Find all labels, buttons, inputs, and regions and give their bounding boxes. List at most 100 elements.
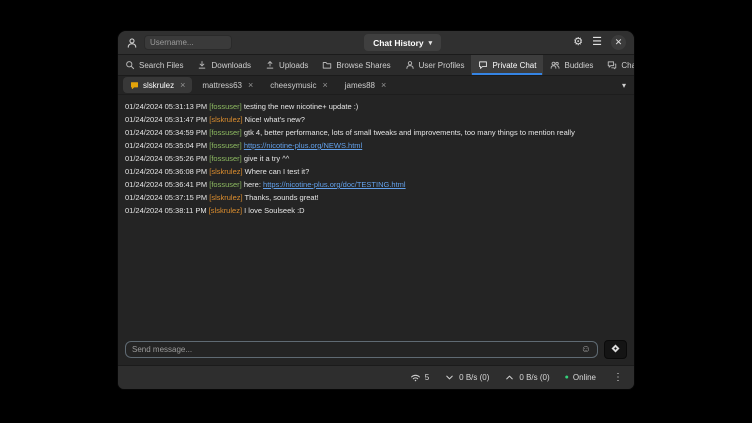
status-bar: 5 0 B/s (0) 0 B/s (0) ● Online ⋮ bbox=[118, 365, 634, 389]
tab-label: Buddies bbox=[564, 61, 593, 70]
chat-message: 01/24/2024 05:37:15 PM [slskrulez] Thank… bbox=[125, 191, 627, 204]
tab-buddies[interactable]: Buddies bbox=[543, 55, 600, 75]
tab-chat-rooms[interactable]: Chat Rooms bbox=[600, 55, 635, 75]
tab-user-profiles[interactable]: User Profiles bbox=[398, 55, 472, 75]
chat-tab-james88[interactable]: james88 × bbox=[338, 77, 394, 93]
chat-tab-cheesymusic[interactable]: cheesymusic × bbox=[263, 77, 335, 93]
tab-search-files[interactable]: Search Files bbox=[118, 55, 190, 75]
tab-label: Downloads bbox=[211, 61, 251, 70]
chat-tab-mattress63[interactable]: mattress63 × bbox=[195, 77, 260, 93]
tab-browse-shares[interactable]: Browse Shares bbox=[315, 55, 397, 75]
window-close-button[interactable]: ✕ bbox=[611, 35, 626, 50]
tab-label: Chat Rooms bbox=[621, 61, 635, 70]
chat-icon bbox=[478, 60, 488, 70]
chat-tab-bar: slskrulez×mattress63×cheesymusic×james88… bbox=[118, 76, 634, 95]
message-text: give it a try ^^ bbox=[244, 154, 289, 163]
tab-label: Private Chat bbox=[492, 61, 536, 70]
message-username: [slskrulez] bbox=[209, 115, 242, 124]
message-username: [slskrulez] bbox=[209, 206, 242, 215]
tab-label: Uploads bbox=[279, 61, 308, 70]
chat-message: 01/24/2024 05:31:47 PM [slskrulez] Nice!… bbox=[125, 113, 627, 126]
download-icon bbox=[197, 60, 207, 70]
hamburger-menu-icon[interactable]: ☰ bbox=[592, 37, 602, 48]
header-bar: Chat History ▾ ⚙ ☰ ✕ bbox=[118, 31, 634, 55]
upload-speed-value: 0 B/s (0) bbox=[519, 373, 549, 382]
download-speed-value: 0 B/s (0) bbox=[459, 373, 489, 382]
message-username: [fossuser] bbox=[209, 102, 242, 111]
chat-messages[interactable]: 01/24/2024 05:31:13 PM [fossuser] testin… bbox=[118, 95, 634, 338]
send-diamond-icon bbox=[610, 342, 621, 357]
close-tab-icon[interactable]: × bbox=[248, 80, 253, 90]
message-text: Thanks, sounds great! bbox=[245, 193, 319, 202]
chat-message: 01/24/2024 05:38:11 PM [slskrulez] I lov… bbox=[125, 204, 627, 217]
message-input[interactable] bbox=[132, 345, 581, 354]
username-input[interactable] bbox=[144, 35, 232, 50]
message-text: testing the new nicotine+ update :) bbox=[244, 102, 358, 111]
gear-icon[interactable]: ⚙ bbox=[573, 37, 583, 48]
tab-label: User Profiles bbox=[419, 61, 465, 70]
message-text: Nice! what's new? bbox=[245, 115, 305, 124]
chevron-up-icon bbox=[504, 372, 515, 383]
message-timestamp: 01/24/2024 05:34:59 PM bbox=[125, 128, 209, 137]
buddies-icon bbox=[550, 60, 560, 70]
message-timestamp: 01/24/2024 05:35:04 PM bbox=[125, 141, 209, 150]
message-timestamp: 01/24/2024 05:37:15 PM bbox=[125, 193, 209, 202]
tab-uploads[interactable]: Uploads bbox=[258, 55, 315, 75]
chat-tab-label: james88 bbox=[345, 81, 375, 90]
wifi-icon bbox=[410, 372, 421, 383]
connections-status[interactable]: 5 bbox=[410, 372, 429, 383]
upload-speed-status[interactable]: 0 B/s (0) bbox=[504, 372, 549, 383]
unread-message-icon bbox=[130, 81, 139, 90]
status-menu-icon[interactable]: ⋮ bbox=[611, 372, 625, 383]
chat-history-button[interactable]: Chat History ▾ bbox=[364, 34, 441, 51]
tab-private-chat[interactable]: Private Chat bbox=[471, 55, 543, 75]
message-username: [fossuser] bbox=[209, 141, 242, 150]
tab-downloads[interactable]: Downloads bbox=[190, 55, 258, 75]
close-tab-icon[interactable]: × bbox=[322, 80, 327, 90]
message-entry: ☺ bbox=[125, 341, 598, 358]
message-username: [slskrulez] bbox=[209, 193, 242, 202]
chat-message: 01/24/2024 05:31:13 PM [fossuser] testin… bbox=[125, 100, 627, 113]
tab-overflow-button[interactable]: ▾ bbox=[619, 81, 629, 90]
message-text: Where can I test it? bbox=[245, 167, 310, 176]
header-actions: ⚙ ☰ ✕ bbox=[573, 35, 626, 50]
chat-tab-list: slskrulez×mattress63×cheesymusic×james88… bbox=[123, 76, 393, 94]
message-username: [fossuser] bbox=[209, 180, 242, 189]
online-status-dot: ● bbox=[565, 374, 569, 381]
online-status[interactable]: ● Online bbox=[565, 373, 596, 382]
rooms-icon bbox=[607, 60, 617, 70]
app-window: Chat History ▾ ⚙ ☰ ✕ Search Files Downloa… bbox=[117, 30, 635, 390]
chat-message: 01/24/2024 05:36:08 PM [slskrulez] Where… bbox=[125, 165, 627, 178]
message-timestamp: 01/24/2024 05:36:08 PM bbox=[125, 167, 209, 176]
send-button[interactable] bbox=[604, 340, 627, 359]
message-timestamp: 01/24/2024 05:31:13 PM bbox=[125, 102, 209, 111]
message-username: [fossuser] bbox=[209, 128, 242, 137]
chat-tab-label: mattress63 bbox=[202, 81, 242, 90]
close-tab-icon[interactable]: × bbox=[180, 80, 185, 90]
download-speed-status[interactable]: 0 B/s (0) bbox=[444, 372, 489, 383]
chat-history-label: Chat History bbox=[373, 38, 424, 48]
emoji-picker-button[interactable]: ☺ bbox=[581, 345, 591, 355]
user-icon bbox=[405, 60, 415, 70]
message-timestamp: 01/24/2024 05:38:11 PM bbox=[125, 206, 209, 215]
upload-icon bbox=[265, 60, 275, 70]
message-timestamp: 01/24/2024 05:35:26 PM bbox=[125, 154, 209, 163]
connections-count: 5 bbox=[425, 373, 429, 382]
message-username: [fossuser] bbox=[209, 154, 242, 163]
chat-message: 01/24/2024 05:35:04 PM [fossuser] https:… bbox=[125, 139, 627, 152]
chat-tab-slskrulez[interactable]: slskrulez× bbox=[123, 77, 192, 93]
chat-message: 01/24/2024 05:35:26 PM [fossuser] give i… bbox=[125, 152, 627, 165]
close-tab-icon[interactable]: × bbox=[381, 80, 386, 90]
message-timestamp: 01/24/2024 05:36:41 PM bbox=[125, 180, 209, 189]
chevron-down-icon: ▾ bbox=[429, 39, 433, 47]
message-timestamp: 01/24/2024 05:31:47 PM bbox=[125, 115, 209, 124]
composer: ☺ bbox=[118, 338, 634, 365]
message-link[interactable]: https://nicotine-plus.org/doc/TESTING.ht… bbox=[263, 180, 406, 189]
folder-icon bbox=[322, 60, 332, 70]
message-username: [slskrulez] bbox=[209, 167, 242, 176]
tab-label: Search Files bbox=[139, 61, 183, 70]
chevron-down-icon bbox=[444, 372, 455, 383]
chat-tab-label: cheesymusic bbox=[270, 81, 316, 90]
message-text: I love Soulseek :D bbox=[244, 206, 304, 215]
message-link[interactable]: https://nicotine-plus.org/NEWS.html bbox=[244, 141, 362, 150]
